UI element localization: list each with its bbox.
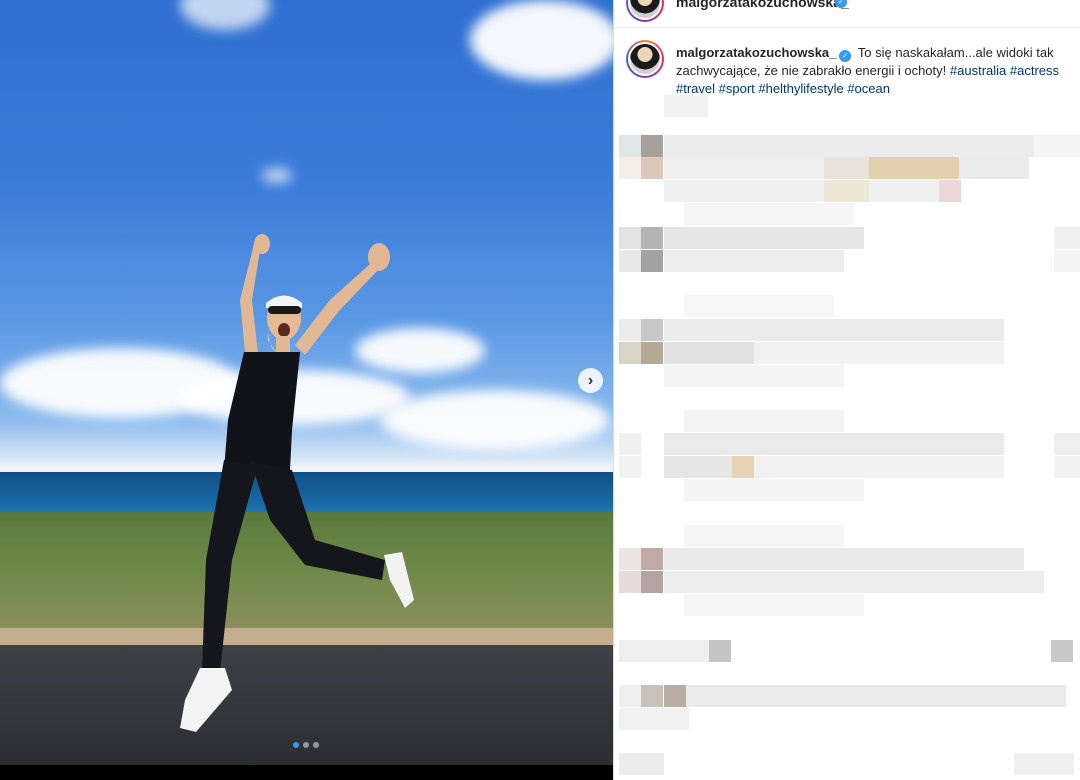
- pixelated-block: [619, 227, 641, 249]
- pixelated-block: [619, 640, 719, 662]
- hashtag-sport[interactable]: #sport: [719, 81, 755, 96]
- pixelated-block: [664, 571, 1044, 593]
- pixelated-block: [1034, 135, 1080, 157]
- avatar-image: [630, 44, 660, 74]
- pixelated-block: [641, 135, 663, 157]
- pixelated-block: [686, 685, 1066, 707]
- pixelated-block: [641, 319, 663, 341]
- pixelated-block: [619, 342, 641, 364]
- pixelated-block: [664, 157, 824, 179]
- pixelated-block: [641, 157, 663, 179]
- pixelated-block: [641, 571, 663, 593]
- pixelated-block: [619, 319, 641, 341]
- pixelated-block: [641, 342, 663, 364]
- carousel-dot-3: [313, 742, 319, 748]
- pixelated-block: [1051, 640, 1073, 662]
- hashtag-actress[interactable]: #actress: [1010, 63, 1059, 78]
- pixelated-block: [664, 685, 686, 707]
- pixelated-block: [664, 433, 1004, 455]
- pixelated-block: [664, 95, 708, 117]
- hashtag-australia[interactable]: #australia: [950, 63, 1006, 78]
- pixelated-block: [869, 180, 939, 202]
- pixelated-block: [664, 227, 864, 249]
- pixelated-block: [754, 342, 1004, 364]
- pixelated-block: [709, 640, 731, 662]
- pixelated-block: [732, 456, 754, 478]
- post-photo[interactable]: ›: [0, 0, 613, 765]
- pixelated-block: [619, 135, 641, 157]
- pixelated-block: [619, 250, 641, 272]
- pixelated-block: [619, 456, 641, 478]
- post-header: malgorzatakozuchowska_ ✓ ···: [614, 0, 1080, 28]
- pixelated-block: [664, 180, 824, 202]
- post-side-panel: malgorzatakozuchowska_ ✓ ··· malgorzatak…: [613, 0, 1080, 780]
- pixelated-block: [684, 479, 864, 501]
- pixelated-block: [959, 157, 1029, 179]
- caption-text: malgorzatakozuchowska_ ✓ To się naskakała…: [676, 44, 1064, 98]
- pixelated-block: [684, 594, 864, 616]
- pixelated-block: [664, 250, 844, 272]
- pixelated-block: [1014, 753, 1074, 775]
- pixelated-block: [664, 319, 1004, 341]
- pixelated-block: [684, 295, 834, 317]
- pixelated-block: [664, 456, 734, 478]
- hashtag-ocean[interactable]: #ocean: [847, 81, 890, 96]
- pixelated-comments: [614, 95, 1080, 780]
- pixelated-block: [619, 433, 641, 455]
- pixelated-block: [619, 708, 689, 730]
- pixelated-block: [619, 685, 641, 707]
- pixelated-block: [619, 571, 641, 593]
- pixelated-block: [684, 203, 854, 225]
- pixelated-block: [684, 410, 844, 432]
- pixelated-block: [619, 157, 641, 179]
- carousel-next-button[interactable]: ›: [578, 368, 603, 393]
- carousel-dot-1: [293, 742, 299, 748]
- jumping-person: [180, 234, 414, 732]
- pixelated-block: [641, 250, 663, 272]
- pixelated-block: [869, 157, 959, 179]
- pixelated-block: [664, 548, 1024, 570]
- pixelated-block: [641, 227, 663, 249]
- hashtag-travel[interactable]: #travel: [676, 81, 715, 96]
- chevron-right-icon: ›: [587, 371, 594, 389]
- pixelated-block: [641, 685, 663, 707]
- caption-username[interactable]: malgorzatakozuchowska_: [676, 45, 836, 60]
- avatar-image: [630, 0, 660, 18]
- avatar[interactable]: [626, 0, 664, 22]
- verified-badge-icon: ✓: [839, 50, 852, 62]
- pixelated-block: [939, 180, 961, 202]
- pixelated-block: [664, 342, 754, 364]
- pixelated-block: [1054, 250, 1080, 272]
- pixelated-block: [684, 525, 844, 547]
- pixelated-block: [641, 548, 663, 570]
- pixelated-block: [664, 135, 1064, 157]
- pixelated-block: [754, 456, 1004, 478]
- caption-avatar[interactable]: [626, 40, 664, 78]
- pixelated-block: [824, 157, 869, 179]
- pixelated-block: [1054, 433, 1080, 455]
- pixelated-block: [1054, 227, 1080, 249]
- carousel-indicator: [293, 742, 319, 748]
- pixelated-block: [664, 365, 844, 387]
- carousel-dot-2: [303, 742, 309, 748]
- more-options-icon[interactable]: ···: [1049, 0, 1068, 8]
- pixelated-block: [824, 180, 869, 202]
- pixelated-block: [619, 753, 664, 775]
- pixelated-block: [619, 548, 641, 570]
- header-username[interactable]: malgorzatakozuchowska_: [676, 0, 849, 10]
- pixelated-block: [1054, 456, 1080, 478]
- hashtag-helthylifestyle[interactable]: #helthylifestyle: [758, 81, 843, 96]
